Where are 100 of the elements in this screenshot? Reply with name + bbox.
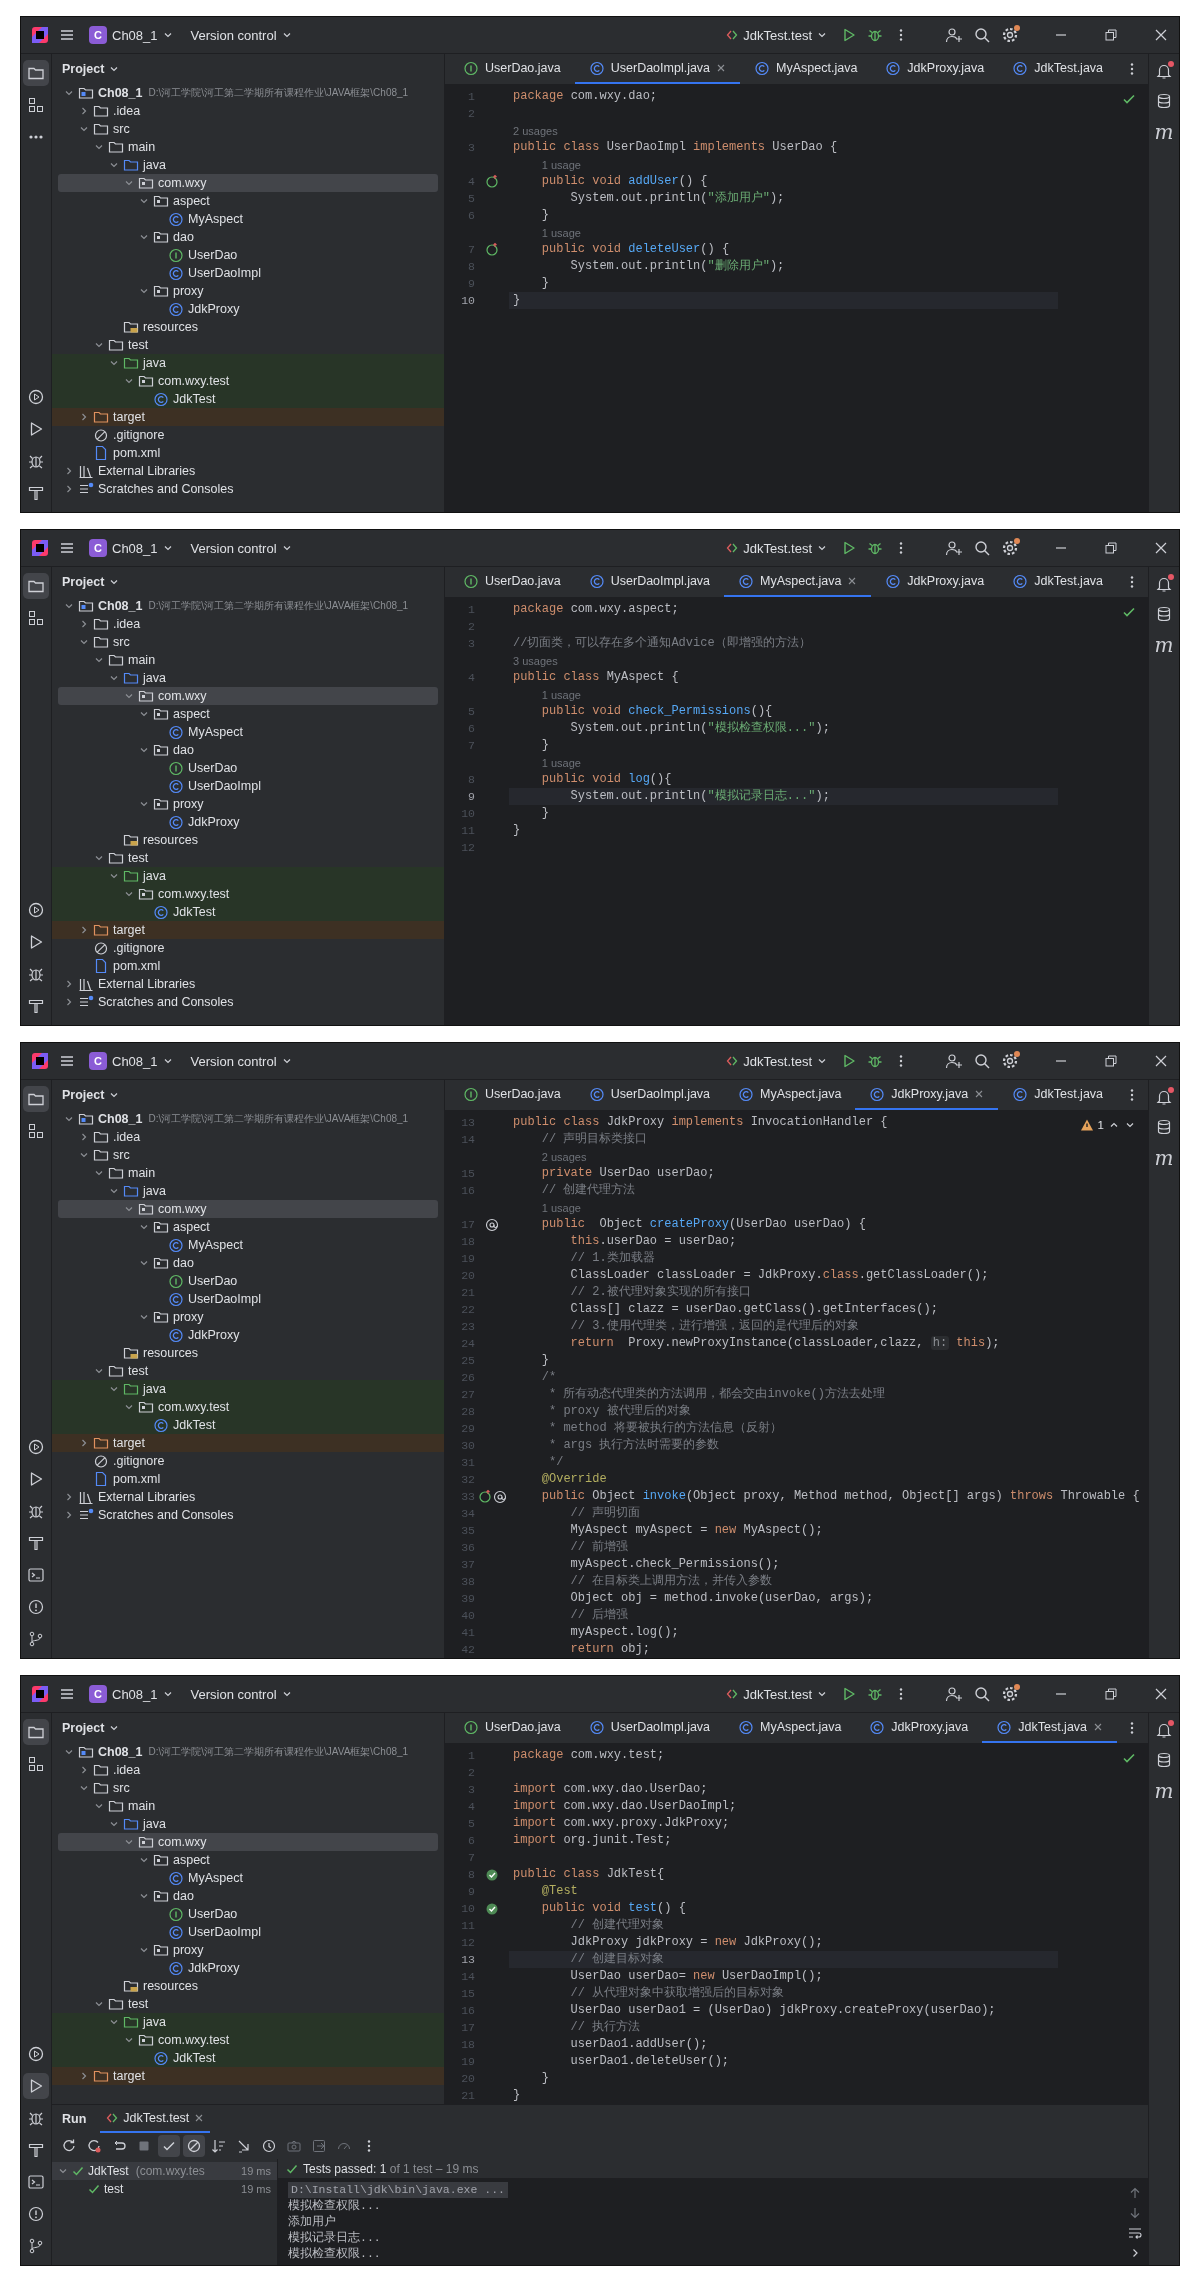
run-config-selector[interactable]: JdkTest.test <box>722 24 831 46</box>
tree-item[interactable]: src <box>58 633 438 651</box>
tree-item[interactable]: java <box>58 156 438 174</box>
tree-item[interactable]: proxy <box>58 795 438 813</box>
tree-item[interactable]: resources <box>58 1344 438 1362</box>
tree-item[interactable]: aspect <box>58 1218 438 1236</box>
tree-item[interactable]: JdkProxy <box>58 1959 438 1977</box>
tree-item[interactable]: src <box>58 120 438 138</box>
settings-icon[interactable] <box>1001 26 1019 44</box>
tree-item[interactable]: resources <box>58 318 438 336</box>
tree-item[interactable]: test <box>58 1995 438 2013</box>
vcs-menu[interactable]: Version control <box>186 1050 296 1072</box>
tree-item[interactable]: test <box>58 336 438 354</box>
tree-item[interactable]: JdkTest <box>52 2049 444 2067</box>
editor-tab[interactable]: MyAspect.java <box>724 1080 856 1110</box>
close-icon[interactable] <box>1153 1686 1169 1702</box>
run-config-selector[interactable]: JdkTest.test <box>722 1683 831 1705</box>
close-icon[interactable] <box>716 63 727 73</box>
settings-icon[interactable] <box>1001 539 1019 557</box>
chevron-icon[interactable] <box>109 160 119 170</box>
tree-item[interactable]: proxy <box>58 282 438 300</box>
tree-item[interactable]: dao <box>58 1254 438 1272</box>
tool-window-button[interactable] <box>23 2073 49 2099</box>
tree-item[interactable]: Scratches and Consoles <box>58 480 438 498</box>
tree-item[interactable]: JdkProxy <box>58 1326 438 1344</box>
chevron-icon[interactable] <box>64 466 74 476</box>
editor-tab[interactable]: UserDaoImpl.java <box>574 1713 725 1743</box>
tree-item[interactable]: proxy <box>58 1941 438 1959</box>
tree-item[interactable]: com.wxy <box>58 687 438 705</box>
run-tab[interactable]: JdkTest.test <box>100 2105 211 2133</box>
project-switcher[interactable]: C Ch08_1 <box>85 1049 177 1073</box>
tree-item[interactable]: MyAspect <box>58 210 438 228</box>
chevron-icon[interactable] <box>139 232 149 242</box>
close-icon[interactable] <box>194 2113 205 2123</box>
close-icon[interactable] <box>1153 27 1169 43</box>
settings-icon[interactable] <box>1001 1685 1019 1703</box>
chevron-icon[interactable] <box>64 979 74 989</box>
run-config-selector[interactable]: JdkTest.test <box>722 1050 831 1072</box>
arrow-down-icon[interactable] <box>1129 2207 1141 2219</box>
chevron-icon[interactable] <box>94 853 104 863</box>
tree-item[interactable]: target <box>52 1434 444 1452</box>
editor-tab[interactable]: UserDao.java <box>449 54 575 84</box>
tree-item[interactable]: Ch08_1 D:\河工学院\河工第二学期所有课程作业\JAVA框架\Ch08_1 <box>58 84 438 102</box>
chevron-icon[interactable] <box>139 286 149 296</box>
chevron-icon[interactable] <box>79 637 89 647</box>
chevron-icon[interactable] <box>124 1837 134 1847</box>
chevron-icon[interactable] <box>139 1222 149 1232</box>
implements-icon[interactable] <box>477 1488 492 1505</box>
maven-button[interactable]: m <box>1154 122 1174 142</box>
settings-icon[interactable] <box>1001 1052 1019 1070</box>
chevron-icon[interactable] <box>109 1186 119 1196</box>
usage-hint[interactable]: 1 usage <box>541 688 581 701</box>
editor-tab[interactable]: JdkProxy.java <box>855 1713 983 1743</box>
tree-item[interactable]: java <box>52 354 444 372</box>
tree-item[interactable]: .idea <box>58 1761 438 1779</box>
test-item[interactable]: JdkTest (com.wxy.tes 19 ms <box>52 2162 277 2180</box>
chevron-icon[interactable] <box>64 1510 74 1520</box>
search-icon[interactable] <box>973 1685 991 1703</box>
chevron-icon[interactable] <box>94 1999 104 2009</box>
usage-hint[interactable]: 2 usages <box>513 124 558 137</box>
tree-item[interactable]: com.wxy <box>58 174 438 192</box>
tree-item[interactable]: dao <box>58 741 438 759</box>
editor-tab[interactable]: JdkTest.java <box>998 567 1118 597</box>
editor-tab[interactable]: UserDaoImpl.java <box>574 567 725 597</box>
chevron-icon[interactable] <box>124 1402 134 1412</box>
tree-item[interactable]: pom.xml <box>58 957 438 975</box>
database-icon[interactable] <box>1155 605 1173 623</box>
tool-window-button[interactable] <box>23 1719 49 1745</box>
chevron-icon[interactable] <box>79 106 89 116</box>
chevron-icon[interactable] <box>139 1258 149 1268</box>
arrow-up-icon[interactable] <box>1129 2187 1141 2199</box>
tool-window-button[interactable] <box>23 60 49 86</box>
tree-item[interactable]: src <box>58 1779 438 1797</box>
tree-item[interactable]: resources <box>58 1977 438 1995</box>
project-view-selector[interactable]: Project <box>58 572 124 592</box>
tree-item[interactable]: test <box>58 1362 438 1380</box>
editor-tab[interactable]: UserDao.java <box>449 1080 575 1110</box>
add-user-icon[interactable] <box>945 539 963 557</box>
run-icon[interactable] <box>841 27 857 43</box>
search-icon[interactable] <box>973 539 991 557</box>
tree-item[interactable]: UserDaoImpl <box>58 777 438 795</box>
database-icon[interactable] <box>1155 1118 1173 1136</box>
usage-hint[interactable]: 2 usages <box>541 1150 587 1163</box>
chevron-icon[interactable] <box>64 601 74 611</box>
tree-item[interactable]: src <box>58 1146 438 1164</box>
tree-item[interactable]: MyAspect <box>58 1869 438 1887</box>
editor-tab[interactable]: JdkTest.java <box>998 1080 1118 1110</box>
at-sign-icon[interactable] <box>492 1488 507 1505</box>
maven-button[interactable]: m <box>1154 1148 1174 1168</box>
debug-icon[interactable] <box>867 1053 883 1069</box>
project-view-selector[interactable]: Project <box>58 1718 124 1738</box>
tree-item[interactable]: Ch08_1 D:\河工学院\河工第二学期所有课程作业\JAVA框架\Ch08_1 <box>58 597 438 615</box>
tree-item[interactable]: pom.xml <box>58 1470 438 1488</box>
chevron-icon[interactable] <box>94 655 104 665</box>
soft-wrap-icon[interactable] <box>1128 2227 1142 2239</box>
chevron-icon[interactable] <box>94 1168 104 1178</box>
editor-tab[interactable]: UserDaoImpl.java <box>574 54 741 84</box>
chevron-icon[interactable] <box>64 484 74 494</box>
editor-tab[interactable]: JdkProxy.java <box>855 1080 999 1110</box>
tree-item[interactable]: test <box>58 849 438 867</box>
